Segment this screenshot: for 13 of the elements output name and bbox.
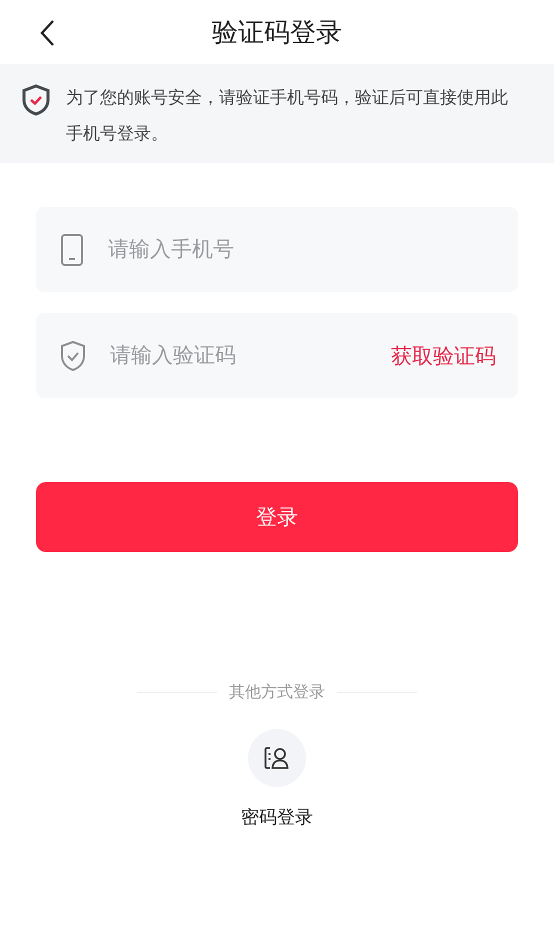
code-input[interactable]: 请输入验证码 bbox=[108, 342, 369, 368]
id-card-person-icon bbox=[264, 746, 290, 770]
other-login-heading: 其他方式登录 bbox=[229, 682, 325, 703]
login-button[interactable]: 登录 bbox=[36, 482, 518, 552]
shield-check-icon bbox=[60, 340, 86, 372]
phone-icon bbox=[60, 232, 84, 266]
get-code-link[interactable]: 获取验证码 bbox=[391, 342, 496, 370]
phone-input[interactable]: 请输入手机号 bbox=[106, 236, 496, 262]
password-login-option[interactable]: 密码登录 bbox=[241, 729, 313, 829]
shield-check-icon bbox=[22, 84, 50, 116]
page-title: 验证码登录 bbox=[212, 16, 342, 48]
back-icon bbox=[39, 19, 55, 47]
notice-text: 为了您的账号安全，请验证手机号码，验证后可直接使用此手机号登录。 bbox=[66, 87, 509, 145]
